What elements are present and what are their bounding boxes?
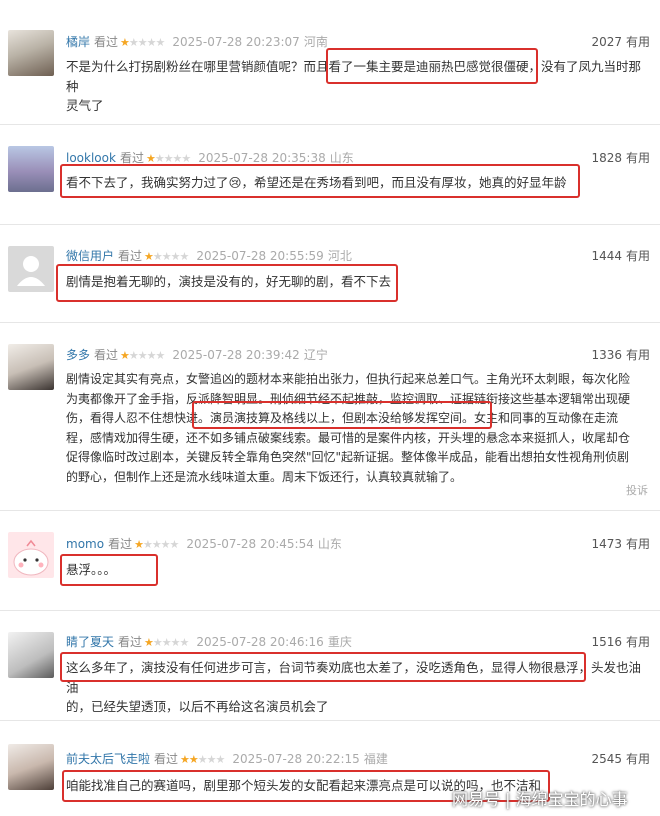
useful-vote-button[interactable]: 1516 有用 [591, 634, 650, 650]
watched-label: 看过 [94, 348, 119, 362]
useful-label: 有用 [625, 752, 650, 766]
useful-vote-button[interactable]: 1444 有用 [591, 248, 650, 264]
review-meta: 多多 看过 ★★★★★ 2025-07-28 20:39:42 辽宁 [66, 347, 328, 364]
useful-count: 1473 [591, 537, 622, 551]
divider [0, 510, 660, 511]
review-location: 福建 [363, 752, 388, 766]
useful-label: 有用 [625, 635, 650, 649]
review-time: 2025-07-28 20:45:54 [186, 537, 314, 551]
divider [0, 322, 660, 323]
review-time: 2025-07-28 20:46:16 [196, 635, 324, 649]
watermark-text: 网易号 | 海绵宝宝的心事 [452, 790, 628, 809]
review-location: 河北 [327, 249, 352, 263]
username[interactable]: 微信用户 [66, 249, 114, 263]
rating-stars: ★★★★★ [120, 349, 165, 362]
review-line: 促得像临时改过剧本，关键反转全靠角色突然"回忆"起新证据。整体像半成品，能看出想… [66, 450, 630, 464]
useful-label: 有用 [625, 537, 650, 551]
review-text: 剧情是抱着无聊的，演技是没有的，好无聊的剧，看不下去 [66, 272, 650, 292]
watched-label: 看过 [118, 635, 143, 649]
username[interactable]: 睛了夏天 [66, 635, 114, 649]
review-line: 的野心，但制作上还是流水线味道太重。周末下饭还行，认真较真就输了。 [66, 469, 463, 484]
useful-label: 有用 [625, 348, 650, 362]
avatar[interactable] [8, 532, 54, 578]
review-text: 这么多年了，演技没有任何进步可言，台词节奏劝底也太差了，没吃透角色，显得人物很悬… [66, 658, 650, 717]
report-link[interactable]: 投诉 [626, 482, 648, 498]
avatar[interactable] [8, 632, 54, 678]
watched-label: 看过 [94, 35, 119, 49]
avatar[interactable] [8, 344, 54, 390]
divider [0, 610, 660, 611]
avatar[interactable] [8, 246, 54, 292]
divider [0, 124, 660, 125]
useful-vote-button[interactable]: 2545 有用 [591, 751, 650, 767]
avatar[interactable] [8, 744, 54, 790]
rating-stars: ★★★★★ [144, 250, 189, 263]
divider [0, 720, 660, 721]
rating-stars: ★★★★★ [145, 152, 191, 165]
username[interactable]: 前夫太后飞走啦 [66, 752, 150, 766]
useful-count: 1444 [591, 249, 622, 263]
review-time: 2025-07-28 20:39:42 [172, 348, 300, 362]
review-meta: 前夫太后飞走啦 看过 ★★★★★ 2025-07-28 20:22:15 福建 [66, 751, 388, 768]
review-line: 看不下去了，我确实努力过了😢，希望还是在秀场看到吧，而且没有厚妆，她真的好显年龄 [66, 175, 567, 190]
review-line: 为夷都像开了金手指，反派降智明显。刑侦细节经不起推敲，监控调取、证据链衔接这些基… [66, 391, 631, 406]
rating-stars: ★★★★★ [134, 538, 179, 551]
watched-label: 看过 [108, 537, 133, 551]
useful-vote-button[interactable]: 2027 有用 [591, 34, 650, 50]
username[interactable]: momo [66, 537, 104, 551]
review-time: 2025-07-28 20:35:38 [198, 151, 326, 165]
useful-label: 有用 [625, 151, 650, 165]
review-text: 悬浮。。。 [66, 560, 650, 580]
review-location: 河南 [303, 35, 328, 49]
useful-count: 2027 [591, 35, 622, 49]
useful-vote-button[interactable]: 1473 有用 [591, 536, 650, 552]
review-line: 伤，看得人忍不住想快进。演员演技算及格线以上，但剧本没给够发挥空间。女主和同事的… [66, 411, 619, 425]
review-text: 看不下去了，我确实努力过了😢，希望还是在秀场看到吧，而且没有厚妆，她真的好显年龄 [66, 173, 650, 193]
review-meta: 橘岸 看过 ★★★★★ 2025-07-28 20:23:07 河南 [66, 34, 328, 51]
default-avatar-icon [17, 256, 45, 286]
divider [0, 224, 660, 225]
rating-stars: ★★★★★ [180, 753, 225, 766]
review-location: 重庆 [327, 635, 352, 649]
username[interactable]: 多多 [66, 348, 90, 362]
rating-stars: ★★★★★ [144, 636, 189, 649]
review-meta: 微信用户 看过 ★★★★★ 2025-07-28 20:55:59 河北 [66, 248, 352, 265]
review-line: 灵气了 [66, 98, 104, 113]
watched-label: 看过 [154, 752, 179, 766]
useful-label: 有用 [625, 35, 650, 49]
review-line: 不是为什么打拐剧粉丝在哪里营销颜值呢？而且看了一集主要是迪丽热巴感觉很僵硬，没有… [66, 59, 642, 94]
review-line: 程，感情戏加得生硬，还不如多铺点破案线索。最可惜的是案件内核，开头埋的悬念本来挺… [66, 430, 631, 445]
review-time: 2025-07-28 20:55:59 [196, 249, 324, 263]
review-line: 这么多年了，演技没有任何进步可言，台词节奏劝底也太差了，没吃透角色，显得人物很悬… [66, 660, 642, 695]
watched-label: 看过 [119, 151, 144, 165]
review-line: 剧情设定其实有亮点，女警追凶的题材本来能拍出张力，但执行起来总差口气。主角光环太… [66, 372, 631, 386]
useful-count: 1336 [591, 348, 622, 362]
useful-count: 1828 [591, 151, 622, 165]
review-meta: looklook 看过 ★★★★★ 2025-07-28 20:35:38 山东 [66, 150, 354, 167]
review-line: 悬浮。。。 [66, 562, 117, 577]
watched-label: 看过 [118, 249, 143, 263]
review-text: 不是为什么打拐剧粉丝在哪里营销颜值呢？而且看了一集主要是迪丽热巴感觉很僵硬，没有… [66, 57, 650, 116]
useful-count: 2545 [591, 752, 622, 766]
avatar[interactable] [8, 30, 54, 76]
useful-vote-button[interactable]: 1828 有用 [591, 150, 650, 166]
review-location: 辽宁 [303, 348, 328, 362]
review-meta: 睛了夏天 看过 ★★★★★ 2025-07-28 20:46:16 重庆 [66, 634, 352, 651]
username[interactable]: looklook [66, 151, 116, 165]
username[interactable]: 橘岸 [66, 35, 90, 49]
useful-count: 1516 [591, 635, 622, 649]
review-location: 山东 [329, 151, 354, 165]
review-time: 2025-07-28 20:22:15 [232, 752, 360, 766]
useful-label: 有用 [625, 249, 650, 263]
useful-vote-button[interactable]: 1336 有用 [591, 347, 650, 363]
avatar[interactable] [8, 146, 54, 192]
review-line: 的，已经失望透顶，以后不再给这名演员机会了 [66, 699, 329, 714]
review-time: 2025-07-28 20:23:07 [172, 35, 300, 49]
review-line: 剧情是抱着无聊的，演技是没有的，好无聊的剧，看不下去 [66, 274, 392, 289]
review-text: 剧情设定其实有亮点，女警追凶的题材本来能拍出张力，但执行起来总差口气。主角光环太… [66, 370, 650, 487]
review-meta: momo 看过 ★★★★★ 2025-07-28 20:45:54 山东 [66, 536, 342, 553]
review-location: 山东 [317, 537, 342, 551]
cartoon-avatar-icon [13, 539, 49, 576]
rating-stars: ★★★★★ [120, 36, 165, 49]
